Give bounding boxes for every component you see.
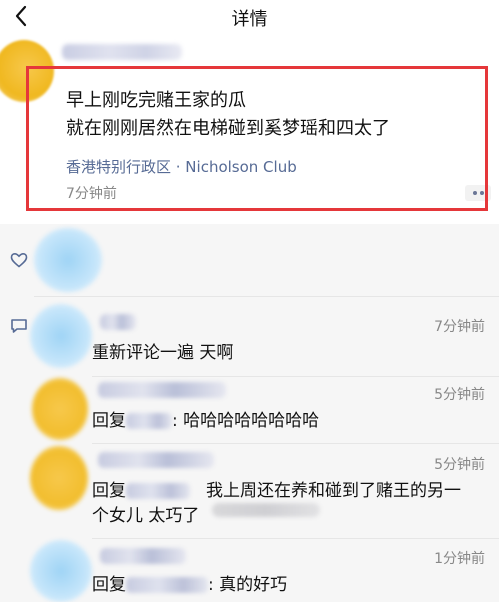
highlight-box (26, 66, 488, 211)
comment-time: 7分钟前 (434, 319, 485, 335)
comment-time: 5分钟前 (434, 457, 485, 473)
commenter-name-redacted[interactable] (100, 548, 186, 564)
smudge-redaction (212, 503, 320, 517)
comment-time: 1分钟前 (434, 551, 485, 567)
page-title: 详情 (231, 9, 268, 30)
comment-text[interactable]: 回复 : 哈哈哈哈哈哈哈哈 (92, 408, 319, 434)
comment-divider (92, 538, 499, 539)
comment-text[interactable]: 回复 : 真的好巧 (92, 572, 287, 598)
commenter-avatar[interactable] (30, 304, 92, 368)
reply-target-redacted[interactable] (126, 413, 172, 429)
reply-body: : 真的好巧 (208, 575, 288, 595)
like-avatar[interactable] (34, 228, 102, 292)
commenter-avatar[interactable] (32, 378, 88, 440)
comment-text[interactable]: 重新评论一遍 天啊 (92, 340, 233, 366)
comment-divider (92, 443, 499, 444)
nav-bar: 详情 (0, 0, 499, 34)
reply-prefix: 回复 (92, 575, 126, 595)
commenter-name-redacted[interactable] (100, 314, 136, 330)
comment-icon (11, 319, 27, 333)
comment-text-line2: 个女儿 太巧了 (92, 506, 200, 526)
reply-prefix: 回复 (92, 411, 126, 431)
reply-body: : 哈哈哈哈哈哈哈哈 (172, 411, 320, 431)
reply-target-redacted[interactable] (126, 577, 208, 593)
reply-target-redacted[interactable] (126, 483, 190, 499)
likes-divider (34, 296, 499, 297)
reply-body: 我上周还在养和碰到了赌王的另一 (206, 481, 461, 501)
reply-prefix: 回复 (92, 481, 126, 501)
comment-text[interactable]: 回复 我上周还在养和碰到了赌王的另一 (92, 478, 461, 504)
comment-time: 5分钟前 (434, 387, 485, 403)
commenter-name-redacted[interactable] (98, 382, 226, 398)
comment-divider (92, 376, 499, 377)
heart-icon (10, 252, 28, 268)
commenter-avatar[interactable] (30, 446, 88, 510)
commenter-avatar[interactable] (30, 540, 92, 602)
author-name-redacted[interactable] (62, 44, 182, 60)
commenter-name-redacted[interactable] (98, 452, 214, 468)
